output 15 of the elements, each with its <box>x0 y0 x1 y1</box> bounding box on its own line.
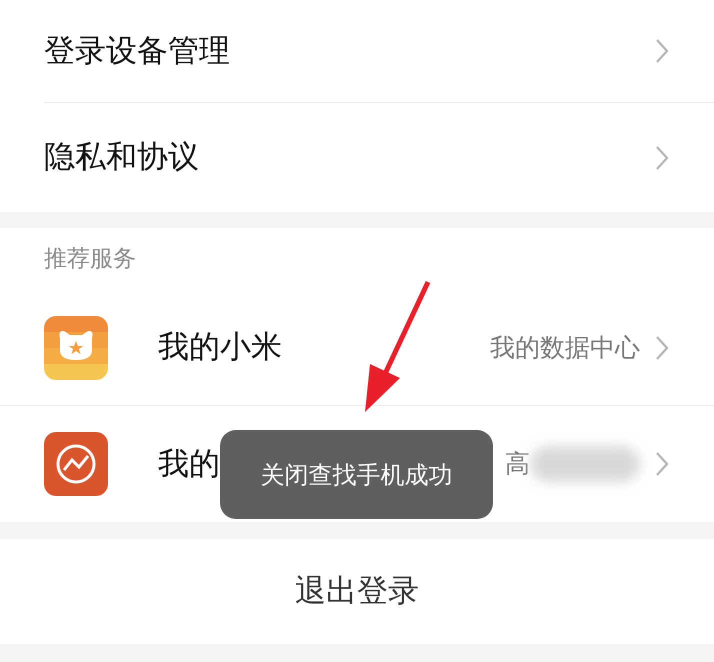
chart-app-icon <box>44 432 108 496</box>
chevron-right-icon <box>654 450 670 478</box>
bear-app-icon <box>44 316 108 380</box>
chevron-right-icon <box>654 144 670 172</box>
chevron-right-icon <box>654 37 670 65</box>
settings-item-label[interactable]: 登录设备管理 <box>44 28 230 74</box>
service-title[interactable]: 我的 <box>158 440 220 488</box>
chevron-right-icon <box>654 334 670 362</box>
logout-button[interactable]: 退出登录 <box>295 568 419 615</box>
service-detail: 我的数据中心 <box>490 332 640 364</box>
section-header: 推荐服务 <box>44 244 136 274</box>
service-detail: 高 <box>505 448 530 480</box>
toast: 关闭查找手机成功 <box>220 430 493 519</box>
settings-item-label[interactable]: 隐私和协议 <box>44 134 199 181</box>
service-title[interactable]: 我的小米 <box>158 324 282 371</box>
